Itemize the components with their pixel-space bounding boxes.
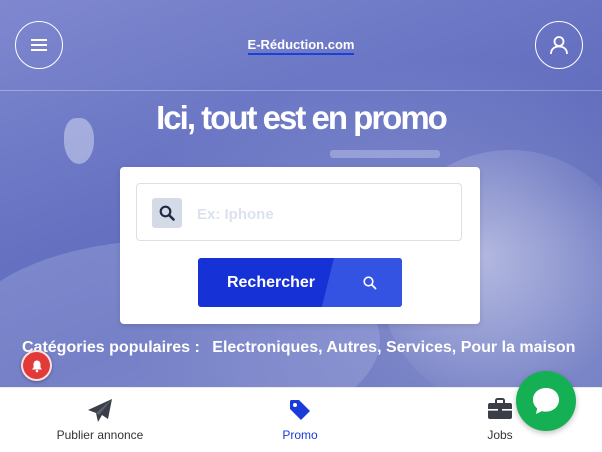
- tag-icon: [290, 400, 310, 420]
- search-field[interactable]: [136, 183, 462, 241]
- categories-label: Catégories populaires :: [22, 339, 200, 356]
- nav-promo-label: Promo: [282, 428, 318, 442]
- nav-promo[interactable]: Promo: [250, 388, 350, 452]
- hero-background-laptop: [330, 150, 440, 158]
- notification-bell-button[interactable]: [21, 350, 52, 381]
- header-divider: [0, 90, 602, 91]
- nav-jobs-label: Jobs: [487, 428, 513, 442]
- search-icon: [159, 205, 175, 221]
- category-link-autres[interactable]: Autres,: [326, 339, 381, 356]
- search-button[interactable]: Rechercher: [198, 258, 402, 307]
- account-button[interactable]: [535, 21, 583, 69]
- search-card: Rechercher: [120, 167, 480, 324]
- chat-button[interactable]: [516, 371, 576, 431]
- category-link-electroniques[interactable]: Electroniques,: [212, 339, 322, 356]
- bottom-navigation: Publier annonce Promo Jobs: [0, 387, 602, 452]
- search-input[interactable]: [195, 198, 449, 230]
- nav-publier-annonce-label: Publier annonce: [56, 428, 144, 442]
- category-link-services[interactable]: Services,: [386, 339, 456, 356]
- bell-icon: [31, 360, 42, 372]
- brand-logo-link[interactable]: E-Réduction.com: [0, 37, 602, 55]
- brand-name: E-Réduction.com: [247, 37, 355, 55]
- search-button-icon: [363, 276, 377, 290]
- search-button-label: Rechercher: [226, 274, 316, 291]
- briefcase-icon: [488, 398, 512, 419]
- search-icon-box: [152, 198, 182, 228]
- paper-plane-icon: [88, 399, 112, 422]
- popular-categories: Catégories populaires : Electroniques, A…: [22, 339, 575, 357]
- hero-banner: E-Réduction.com Ici, tout est en promo R…: [0, 0, 602, 387]
- category-link-pour-la-maison[interactable]: Pour la maison: [461, 339, 576, 356]
- user-icon: [550, 36, 568, 55]
- hero-headline: Ici, tout est en promo: [156, 99, 448, 136]
- chat-bubble-icon: [533, 388, 559, 414]
- nav-publier-annonce[interactable]: Publier annonce: [40, 388, 160, 452]
